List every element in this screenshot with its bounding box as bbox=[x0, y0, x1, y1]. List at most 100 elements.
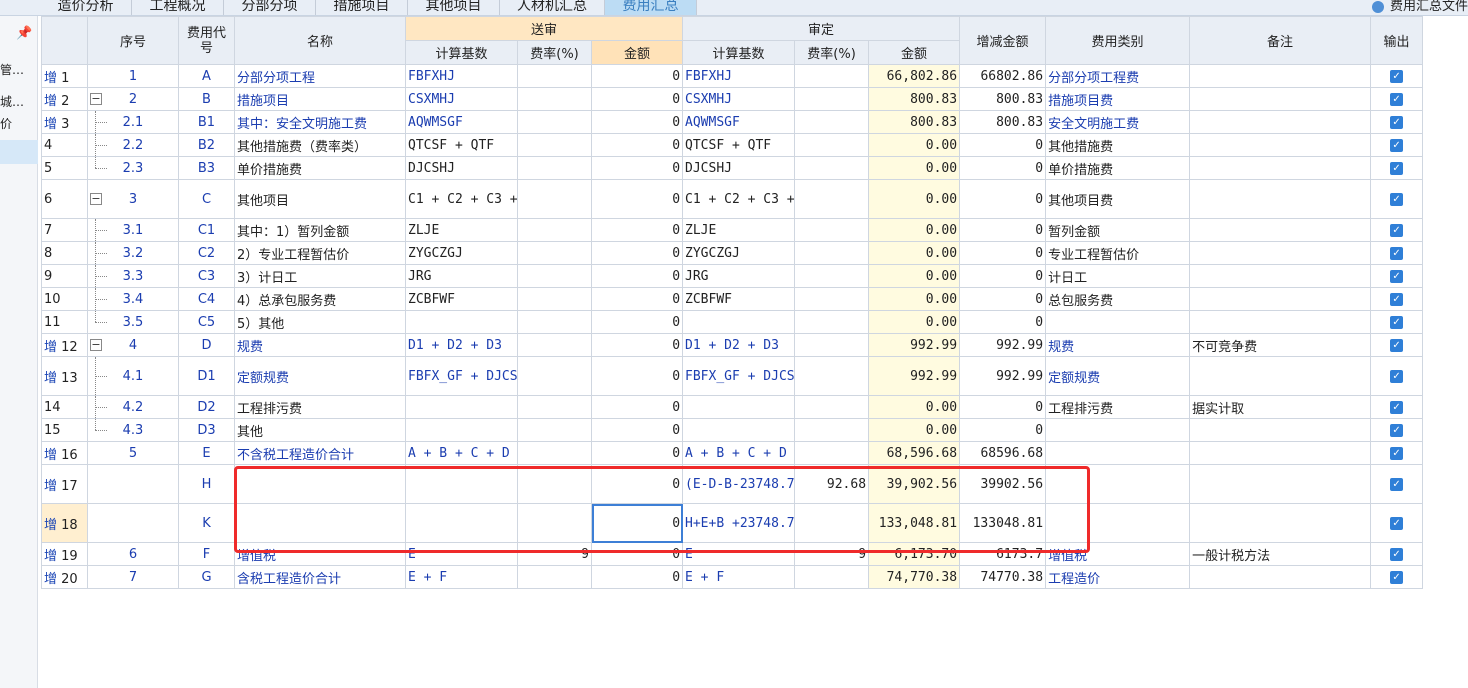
row-name[interactable]: 不含税工程造价合计 bbox=[234, 441, 406, 465]
row-code[interactable]: F bbox=[178, 542, 235, 566]
left-panel-item[interactable]: 管… bbox=[0, 60, 38, 80]
row-note[interactable]: 一般计税方法 bbox=[1189, 542, 1372, 566]
table-row[interactable]: 增 20 7 G 含税工程造价合计 E + F0E + F 74,770.38 74770.… bbox=[41, 565, 1424, 589]
sent-amount[interactable]: 0 bbox=[590, 179, 684, 219]
sent-rate[interactable] bbox=[517, 287, 592, 311]
sent-amount[interactable]: 0 bbox=[590, 418, 684, 442]
row-index[interactable]: 10 bbox=[41, 287, 88, 311]
table-row[interactable]: 14 4.2 D2 工程排污费 0 0.00 0 工程排污费 据实计取 ✓ bbox=[41, 395, 1424, 419]
row-index[interactable]: 增 1 bbox=[41, 64, 88, 88]
fee-type[interactable] bbox=[1045, 503, 1191, 543]
row-name[interactable]: 增值税 bbox=[234, 542, 406, 566]
sent-amount[interactable]: 0 bbox=[590, 310, 684, 334]
row-index[interactable]: 增 18 bbox=[41, 503, 88, 543]
fee-type[interactable] bbox=[1045, 310, 1191, 334]
row-note[interactable] bbox=[1189, 110, 1372, 134]
tab-3[interactable]: 分部分项 bbox=[224, 0, 316, 15]
collapse-toggle-icon[interactable]: − bbox=[90, 193, 102, 205]
sent-rate[interactable] bbox=[517, 565, 592, 589]
pin-icon[interactable]: 📌 bbox=[16, 26, 32, 41]
sent-basis[interactable]: ZYGCZGJ bbox=[405, 241, 518, 265]
table-row[interactable]: 9 3.3 C3 3）计日工 JRG 0 JRG 0.00 0 计日工 ✓ bbox=[41, 264, 1424, 288]
sent-rate[interactable] bbox=[517, 418, 592, 442]
row-index[interactable]: 7 bbox=[41, 218, 88, 242]
row-index[interactable]: 增 2 bbox=[41, 87, 88, 111]
fee-type[interactable]: 增值税 bbox=[1045, 542, 1191, 566]
approved-basis[interactable]: D1 + D2 + D3 bbox=[682, 333, 796, 357]
table-row[interactable]: 5 2.3 B3 单价措施费 DJCSHJ 0 DJCSHJ 0.00 0 单价措施费 ✓ bbox=[41, 156, 1424, 180]
table-row[interactable]: 6−3C其他项目C1 + C2 + C3 + C4 + C50C1 + C2 +… bbox=[41, 179, 1424, 219]
fee-type[interactable]: 规费 bbox=[1045, 333, 1191, 357]
row-note[interactable] bbox=[1189, 133, 1372, 157]
row-code[interactable]: C4 bbox=[178, 287, 235, 311]
table-row[interactable]: 增 17 H 0(E-D-B-23748.74)92.6839,902.563990… bbox=[41, 464, 1424, 504]
sent-amount[interactable]: 0 bbox=[590, 395, 684, 419]
output-checkbox[interactable]: ✓ bbox=[1390, 547, 1404, 561]
approved-rate[interactable] bbox=[794, 441, 870, 465]
collapse-toggle-icon[interactable]: − bbox=[90, 339, 102, 351]
row-code[interactable]: K bbox=[178, 503, 235, 543]
row-name[interactable]: 其他项目 bbox=[234, 179, 406, 219]
output-checkbox[interactable]: ✓ bbox=[1390, 338, 1404, 352]
row-code[interactable]: H bbox=[178, 464, 235, 504]
row-code[interactable]: D3 bbox=[178, 418, 235, 442]
row-name[interactable]: 其中：1）暂列金额 bbox=[234, 218, 406, 242]
row-index[interactable]: 增 13 bbox=[41, 356, 88, 396]
header-approved-basis[interactable]: 计算基数 bbox=[682, 40, 796, 65]
row-code[interactable]: C2 bbox=[178, 241, 235, 265]
header-seq[interactable]: 序号 bbox=[87, 16, 179, 65]
sent-rate[interactable] bbox=[517, 441, 592, 465]
row-code[interactable]: D1 bbox=[178, 356, 235, 396]
table-row[interactable]: 15 4.3 D3 其他 0 0.00 0 ✓ bbox=[41, 418, 1424, 442]
sent-amount[interactable]: 0 bbox=[590, 64, 684, 88]
table-row[interactable]: 11 3.5 C5 5）其他 0 0.00 0 ✓ bbox=[41, 310, 1424, 334]
output-checkbox[interactable]: ✓ bbox=[1390, 400, 1404, 414]
approved-rate[interactable] bbox=[794, 133, 870, 157]
approved-basis[interactable]: (E-D-B-23748.74) bbox=[682, 464, 796, 504]
table-row[interactable]: 增 12−4 D 规费 D1 + D2 + D3 0 D1 + D2 + D3 992.99… bbox=[41, 333, 1424, 357]
approved-rate[interactable]: 92.68 bbox=[794, 464, 870, 504]
approved-basis[interactable]: E + F bbox=[682, 565, 796, 589]
row-note[interactable] bbox=[1189, 565, 1372, 589]
left-panel-item[interactable]: 价 bbox=[0, 114, 38, 134]
row-code[interactable]: B1 bbox=[178, 110, 235, 134]
fee-type[interactable]: 工程造价 bbox=[1045, 565, 1191, 589]
sent-rate[interactable] bbox=[517, 464, 592, 504]
row-note[interactable] bbox=[1189, 264, 1372, 288]
approved-basis[interactable]: C1 + C2 + C3 + C4 + C5 bbox=[682, 179, 796, 219]
sent-amount[interactable]: 0 bbox=[590, 133, 684, 157]
left-panel-item[interactable]: 城… bbox=[0, 92, 38, 112]
row-note[interactable] bbox=[1189, 179, 1372, 219]
approved-rate[interactable] bbox=[794, 241, 870, 265]
row-name[interactable] bbox=[234, 503, 406, 543]
approved-basis[interactable]: AQWMSGF bbox=[682, 110, 796, 134]
output-checkbox[interactable]: ✓ bbox=[1390, 69, 1404, 83]
sent-rate[interactable] bbox=[517, 179, 592, 219]
approved-basis[interactable]: FBFXHJ bbox=[682, 64, 796, 88]
sent-basis[interactable]: FBFXHJ bbox=[405, 64, 518, 88]
sent-rate[interactable] bbox=[517, 156, 592, 180]
approved-rate[interactable] bbox=[794, 333, 870, 357]
table-row[interactable]: 增 2−2 B 措施项目 CSXMHJ 0 CSXMHJ 800.83 800.83 措施项目费… bbox=[41, 87, 1424, 111]
row-name[interactable]: 4）总承包服务费 bbox=[234, 287, 406, 311]
sent-amount[interactable]: 0 bbox=[590, 156, 684, 180]
table-row[interactable]: 增 134.1D1定额规费FBFX_GF + DJCS_GF0FBFX_GF +… bbox=[41, 356, 1424, 396]
row-code[interactable]: D bbox=[178, 333, 235, 357]
row-name[interactable]: 分部分项工程 bbox=[234, 64, 406, 88]
table-row[interactable]: 增 18 K 0 H+E+B +23748.74 133,048.81 133048.81… bbox=[41, 503, 1424, 543]
sent-rate[interactable] bbox=[517, 218, 592, 242]
output-checkbox[interactable]: ✓ bbox=[1390, 161, 1404, 175]
sent-rate[interactable] bbox=[517, 64, 592, 88]
header-diff[interactable]: 增减金额 bbox=[959, 16, 1047, 65]
table-row[interactable]: 4 2.2 B2 其他措施费（费率类） QTCSF + QTF 0 QTCSF + QTF 0… bbox=[41, 133, 1424, 157]
row-code[interactable]: D2 bbox=[178, 395, 235, 419]
approved-basis[interactable] bbox=[682, 310, 796, 334]
sent-basis[interactable] bbox=[405, 418, 518, 442]
sent-rate[interactable] bbox=[517, 110, 592, 134]
tab-6[interactable]: 人材机汇总 bbox=[500, 0, 605, 15]
table-row[interactable]: 增 16 5 E 不含税工程造价合计 A + B + C + D0A + B + C +… bbox=[41, 441, 1424, 465]
sent-basis[interactable]: FBFX_GF + DJCS_GF bbox=[405, 356, 518, 396]
header-approved-amount[interactable]: 金额 bbox=[868, 40, 961, 65]
sent-basis[interactable]: CSXMHJ bbox=[405, 87, 518, 111]
tab-4[interactable]: 措施项目 bbox=[316, 0, 408, 15]
